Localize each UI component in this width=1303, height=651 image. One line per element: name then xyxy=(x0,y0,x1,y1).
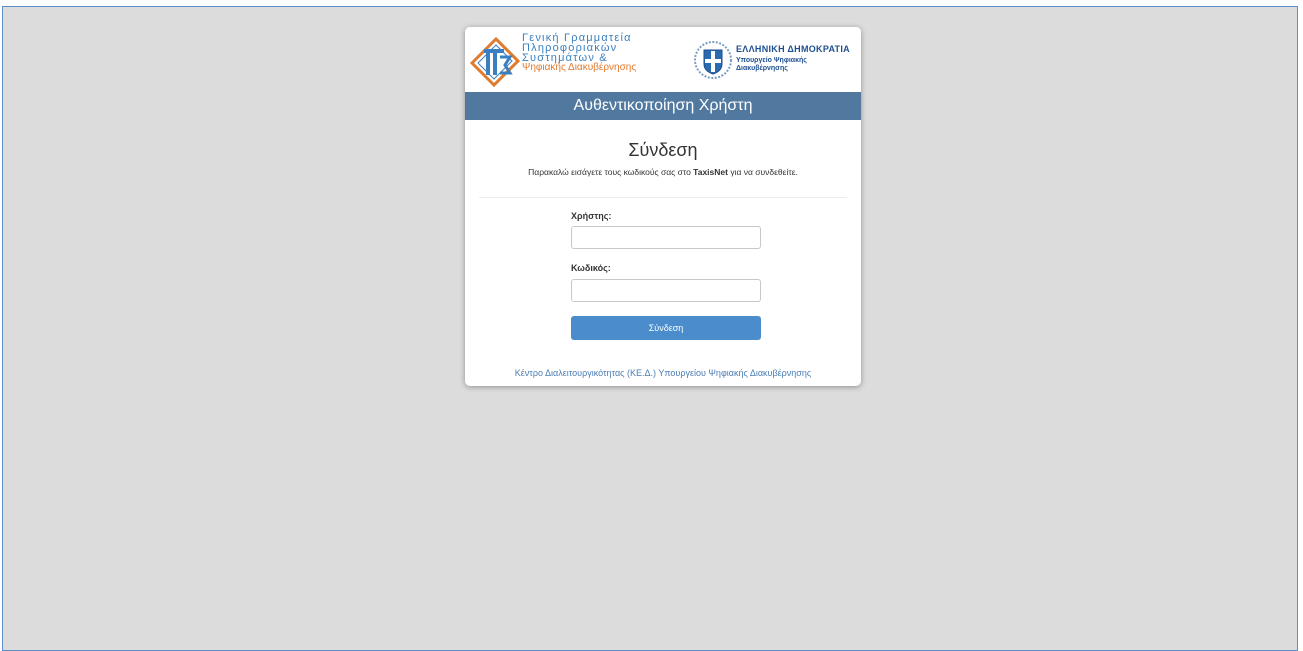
logo-header: Γενική Γραμματεία Πληροφοριακών Συστημάτ… xyxy=(465,27,861,92)
password-input[interactable] xyxy=(571,279,761,302)
greek-gov-logo: ΕΛΛΗΝΙΚΗ ΔΗΜΟΚΡΑΤΙΑ Υπουργείο Ψηφιακής Δ… xyxy=(693,40,858,80)
gov-subtitle: Υπουργείο Ψηφιακής Διακυβέρνησης xyxy=(736,57,807,73)
gov-sub-line2: Διακυβέρνησης xyxy=(736,65,788,72)
gov-title: ΕΛΛΗΝΙΚΗ ΔΗΜΟΚΡΑΤΙΑ xyxy=(736,44,850,54)
login-instructions: Παρακαλώ εισάγετε τους κωδικούς σας στο … xyxy=(465,167,861,177)
login-title: Σύνδεση xyxy=(628,140,698,160)
username-input[interactable] xyxy=(571,226,761,249)
gsis-logo-icon xyxy=(470,36,520,87)
greek-emblem-icon xyxy=(694,41,732,79)
gsis-line4: Ψηφιακής Διακυβέρνησης xyxy=(522,62,637,73)
gsis-logo: Γενική Γραμματεία Πληροφοριακών Συστημάτ… xyxy=(470,33,640,89)
gov-sub-line1: Υπουργείο Ψηφιακής xyxy=(736,57,807,64)
instructions-post: για να συνδεθείτε. xyxy=(727,167,798,177)
login-card: Γενική Γραμματεία Πληροφοριακών Συστημάτ… xyxy=(465,27,861,386)
gsis-logo-text: Γενική Γραμματεία Πληροφοριακών Συστημάτ… xyxy=(522,33,642,73)
login-button[interactable]: Σύνδεση xyxy=(571,316,761,340)
page-background: Γενική Γραμματεία Πληροφοριακών Συστημάτ… xyxy=(2,6,1298,651)
password-label: Κωδικός: xyxy=(571,263,611,273)
auth-header-bar: Αυθεντικοποίηση Χρήστη xyxy=(465,92,861,120)
divider xyxy=(479,197,847,198)
username-label: Χρήστης: xyxy=(571,211,612,221)
ked-footer-link[interactable]: Κέντρο Διαλειτουργικότητας (ΚΕ.Δ.) Υπουρ… xyxy=(465,368,861,378)
instructions-pre: Παρακαλώ εισάγετε τους κωδικούς σας στο xyxy=(528,167,694,177)
instructions-taxisnet: TaxisNet xyxy=(693,167,728,177)
